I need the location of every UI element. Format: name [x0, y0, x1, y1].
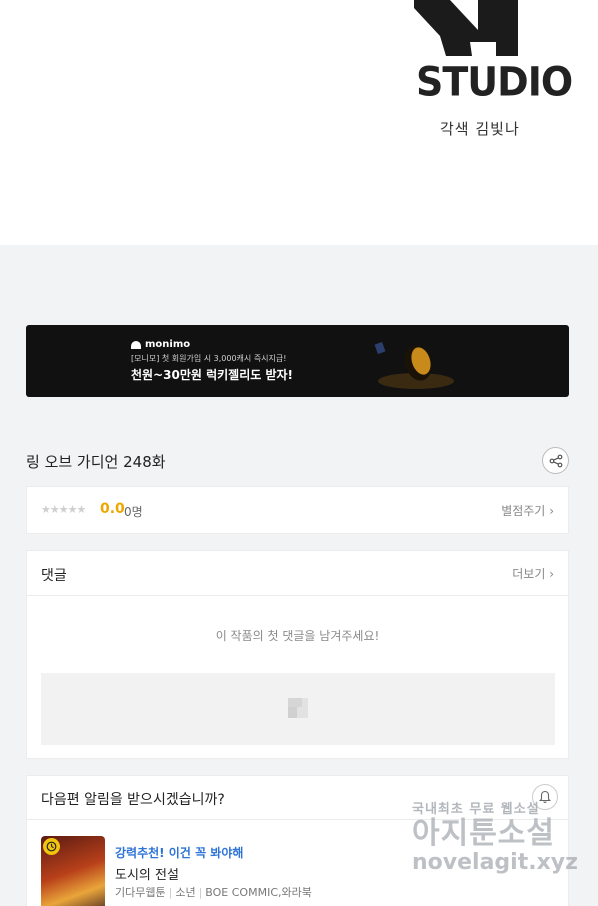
ad-subtitle: [모니모] 첫 회원가입 시 3,000캐시 즉시지급!: [131, 354, 287, 363]
rating-voter-count: 0명: [124, 505, 143, 519]
meta-divider: |: [168, 886, 173, 899]
rate-button-label: 별점주기: [501, 504, 546, 518]
image-placeholder-icon: [288, 698, 308, 718]
recommendation-tag: 강력추천! 이건 꼭 봐야해: [115, 846, 244, 860]
comment-header: 댓글 더보기 ›: [27, 551, 568, 596]
rating-card: ★★★★★ 0.0 0명 별점주기 ›: [26, 486, 569, 534]
notification-question: 다음편 알림을 받으시겠습니까?: [41, 792, 225, 808]
more-label: 더보기: [512, 567, 546, 581]
share-button[interactable]: [542, 447, 569, 474]
comment-section: 댓글 더보기 › 이 작품의 첫 댓글을 남겨주세요!: [26, 550, 569, 759]
ad-brand-name: monimo: [145, 339, 191, 350]
recommendation-publisher: BOE COMMIC,와라북: [205, 886, 312, 899]
chevron-right-icon: ›: [549, 504, 554, 518]
clock-badge-icon: [43, 838, 60, 855]
recommendation-genre: 소년: [175, 886, 196, 899]
comment-empty-message: 이 작품의 첫 댓글을 남겨주세요!: [215, 629, 380, 643]
chevron-right-icon: ›: [549, 567, 554, 581]
meta-divider: |: [198, 886, 203, 899]
adaptation-credit: 각색 김빛나: [440, 120, 520, 138]
ad-headline: 천원~30만원 럭키젤리도 받자!: [131, 368, 294, 382]
watermark-tagline: 국내최초 무료 웹소설: [412, 802, 540, 817]
ad-banner[interactable]: monimo [모니모] 첫 회원가입 시 3,000캐시 즉시지급! 천원~3…: [26, 325, 569, 397]
recommendation-meta: 기다무웹툰 | 소년 | BOE COMMIC,와라북: [115, 884, 312, 900]
watermark-site-name: 아지툰소설: [412, 816, 555, 851]
comments-more-button[interactable]: 더보기 ›: [512, 565, 554, 582]
studio-credit-panel: STUDIO 각색 김빛나: [0, 0, 598, 245]
monimo-logo-icon: [131, 340, 141, 349]
comment-input-box[interactable]: [41, 673, 555, 745]
rating-stars: ★★★★★: [41, 503, 86, 516]
episode-title: 링 오브 가디언 248화: [26, 453, 166, 471]
studio-wordmark: STUDIO: [416, 58, 573, 106]
ad-brand: monimo: [131, 339, 190, 350]
jelly-bean-illustration-icon: [374, 341, 454, 389]
recommendation-type: 기다무웹툰: [115, 886, 166, 899]
recommendation-title[interactable]: 도시의 전설: [115, 864, 179, 883]
rate-button[interactable]: 별점주기 ›: [501, 502, 554, 519]
rating-score: 0.0: [100, 501, 125, 517]
recommendation-thumbnail[interactable]: [41, 836, 105, 906]
comment-section-title: 댓글: [41, 568, 67, 584]
watermark-domain: novelagit.xyz: [412, 850, 578, 875]
share-icon: [549, 454, 562, 467]
site-watermark: 국내최초 무료 웹소설 아지툰소설 novelagit.xyz: [412, 798, 588, 888]
